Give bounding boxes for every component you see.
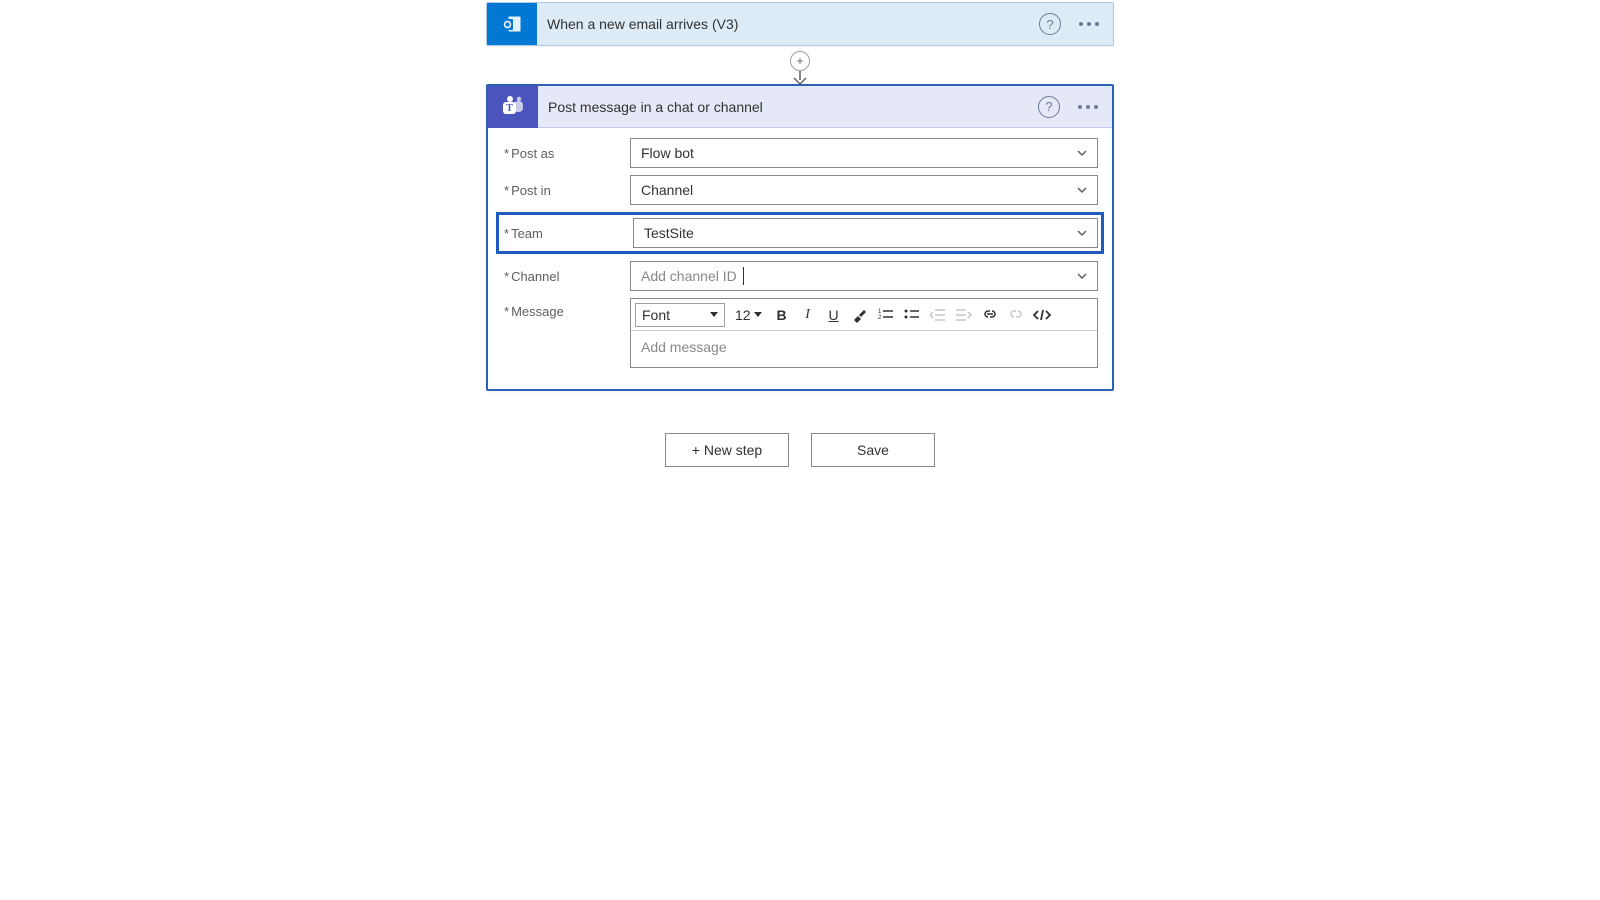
rte-toolbar: Font 12 B I U	[631, 299, 1097, 331]
label-post-as: *Post as	[502, 146, 630, 161]
action-title: Post message in a chat or channel	[538, 99, 1038, 115]
connector: +	[486, 46, 1114, 84]
chevron-down-icon	[1075, 183, 1089, 197]
italic-button[interactable]: I	[796, 303, 820, 327]
label-post-in: *Post in	[502, 183, 630, 198]
more-menu-icon[interactable]	[1079, 22, 1099, 26]
svg-text:T: T	[506, 103, 513, 114]
outdent-button[interactable]	[926, 303, 950, 327]
label-post-as-text: Post as	[511, 146, 554, 161]
select-post-in-value: Channel	[641, 182, 693, 198]
message-input[interactable]: Add message	[631, 331, 1097, 367]
action-body: *Post as Flow bot *Post in Channel	[488, 128, 1112, 389]
caret-down-icon	[754, 312, 762, 317]
add-step-inline-button[interactable]: +	[790, 51, 810, 71]
outlook-icon	[487, 3, 537, 45]
select-post-as[interactable]: Flow bot	[630, 138, 1098, 168]
underline-button[interactable]: U	[822, 303, 846, 327]
label-team: *Team	[502, 226, 633, 241]
field-team: *Team TestSite	[502, 218, 1098, 248]
numbered-list-button[interactable]: 12	[874, 303, 898, 327]
svg-text:2: 2	[878, 315, 882, 321]
save-button[interactable]: Save	[811, 433, 935, 467]
field-channel: *Channel Add channel ID	[502, 261, 1098, 291]
select-channel[interactable]: Add channel ID	[630, 261, 1098, 291]
field-post-as: *Post as Flow bot	[502, 138, 1098, 168]
chevron-down-icon	[1075, 269, 1089, 283]
select-team-value: TestSite	[644, 225, 694, 241]
label-message-text: Message	[511, 304, 564, 319]
help-icon[interactable]: ?	[1038, 96, 1060, 118]
highlight-button[interactable]	[848, 303, 872, 327]
label-post-in-text: Post in	[511, 183, 551, 198]
indent-button[interactable]	[952, 303, 976, 327]
unlink-button[interactable]	[1004, 303, 1028, 327]
chevron-down-icon	[1075, 146, 1089, 160]
select-post-in[interactable]: Channel	[630, 175, 1098, 205]
more-menu-icon[interactable]	[1078, 105, 1098, 109]
action-header[interactable]: T Post message in a chat or channel ?	[488, 86, 1112, 128]
field-post-in: *Post in Channel	[502, 175, 1098, 205]
arrow-down-icon	[791, 70, 809, 86]
label-channel: *Channel	[502, 269, 630, 284]
link-button[interactable]	[978, 303, 1002, 327]
bullet-list-button[interactable]	[900, 303, 924, 327]
trigger-card[interactable]: When a new email arrives (V3) ?	[486, 2, 1114, 46]
trigger-header[interactable]: When a new email arrives (V3) ?	[487, 3, 1113, 45]
select-post-as-value: Flow bot	[641, 145, 694, 161]
teams-icon: T	[488, 86, 538, 128]
new-step-button[interactable]: + New step	[665, 433, 789, 467]
text-caret-icon	[743, 267, 744, 285]
font-select-label: Font	[642, 307, 670, 323]
code-view-button[interactable]	[1030, 303, 1054, 327]
new-step-label: + New step	[692, 442, 762, 458]
font-size-select[interactable]: 12	[733, 303, 764, 327]
trigger-title: When a new email arrives (V3)	[537, 16, 1039, 32]
message-placeholder: Add message	[641, 339, 727, 355]
bottom-bar: + New step Save	[486, 433, 1114, 467]
select-channel-placeholder: Add channel ID	[641, 268, 737, 284]
bold-button[interactable]: B	[770, 303, 794, 327]
save-label: Save	[857, 442, 889, 458]
field-message: *Message Font 12 B	[502, 298, 1098, 368]
select-team[interactable]: TestSite	[633, 218, 1098, 248]
label-message: *Message	[502, 298, 630, 319]
caret-down-icon	[710, 312, 718, 317]
chevron-down-icon	[1075, 226, 1089, 240]
field-team-highlight: *Team TestSite	[496, 212, 1104, 254]
help-icon[interactable]: ?	[1039, 13, 1061, 35]
action-card[interactable]: T Post message in a chat or channel ? *P…	[486, 84, 1114, 391]
rich-text-editor: Font 12 B I U	[630, 298, 1098, 368]
label-channel-text: Channel	[511, 269, 559, 284]
label-team-text: Team	[511, 226, 543, 241]
font-size-value: 12	[735, 307, 751, 323]
font-select[interactable]: Font	[635, 303, 725, 327]
